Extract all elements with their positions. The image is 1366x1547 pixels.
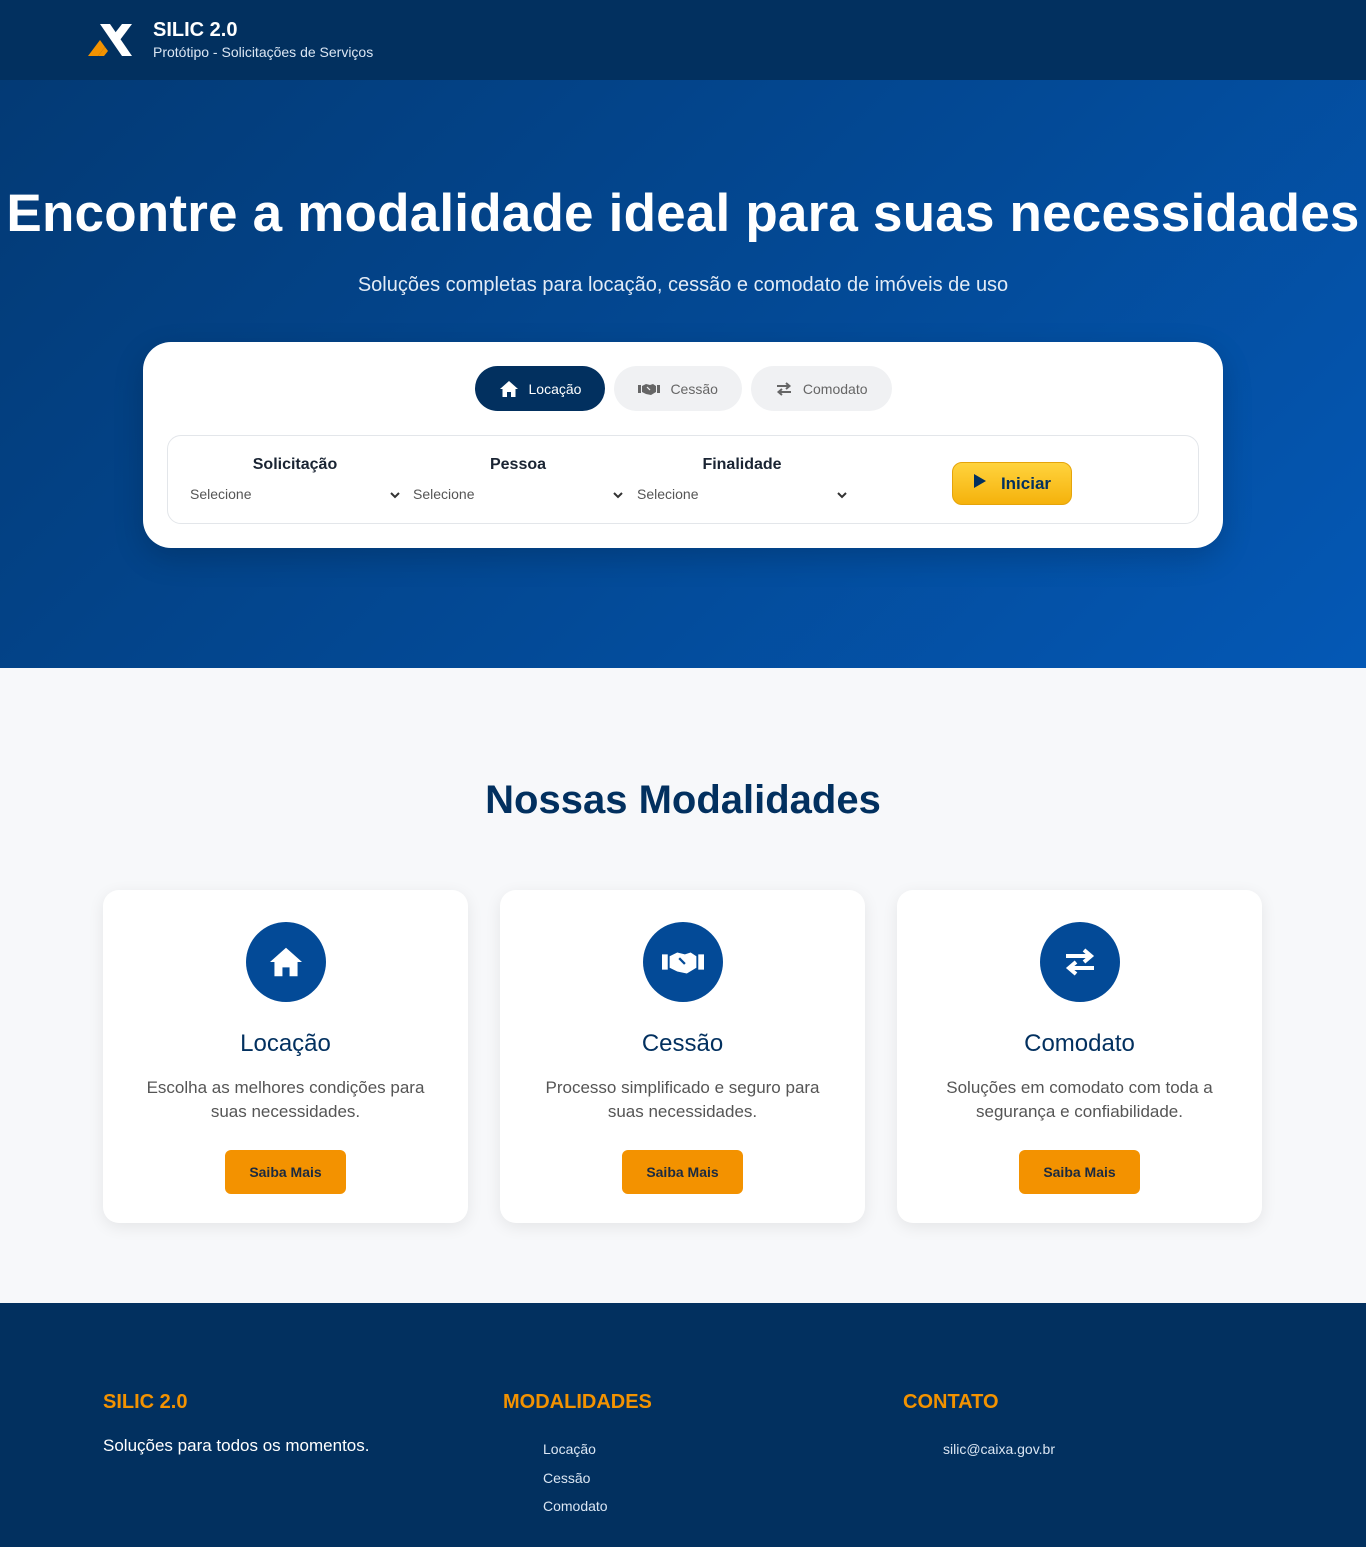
tab-locacao[interactable]: Locação <box>474 366 606 411</box>
pessoa-field: Pessoa Selecione <box>413 456 623 502</box>
app-title: SILIC 2.0 <box>153 19 238 41</box>
footer-contact-list: silic@caixa.gov.br <box>903 1435 1055 1464</box>
tab-label: Comodato <box>802 380 868 397</box>
filters-bar: Solicitação Selecione Pessoa Selecione F… <box>167 435 1199 524</box>
footer-brand-text: Soluções para todos os momentos. <box>103 1436 370 1455</box>
footer-email[interactable]: silic@caixa.gov.br <box>943 1435 1055 1464</box>
play-icon <box>973 473 987 494</box>
solicitacao-field: Solicitação Selecione <box>190 456 400 502</box>
tab-label: Cessão <box>670 380 718 397</box>
finalidade-field: Finalidade Selecione <box>637 456 847 502</box>
card-title: Cessão <box>641 1030 724 1057</box>
modality-tabs: Locação Cessão Comodato <box>143 366 1223 411</box>
card-cessao: Cessão Processo simplificado e seguro pa… <box>500 890 865 1223</box>
tab-comodato[interactable]: Comodato <box>750 366 892 411</box>
exchange-arrows-icon <box>775 381 793 397</box>
footer-modalidades: MODALIDADES Locação Cessão Comodato <box>503 1391 652 1521</box>
home-icon <box>245 922 326 1002</box>
start-label: Iniciar <box>1000 473 1052 493</box>
section-title: Nossas Modalidades <box>485 778 881 822</box>
field-label: Pessoa <box>489 456 547 473</box>
card-locacao: Locação Escolha as melhores condições pa… <box>103 890 468 1223</box>
footer-links: Locação Cessão Comodato <box>503 1435 652 1521</box>
pessoa-select[interactable]: Selecione <box>413 486 623 502</box>
app-subtitle: Protótipo - Solicitações de Serviços <box>153 44 374 60</box>
tab-cessao[interactable]: Cessão <box>614 366 742 411</box>
card-comodato: Comodato Soluções em comodato com toda a… <box>897 890 1262 1223</box>
hero-section: Encontre a modalidade ideal para suas ne… <box>0 80 1366 668</box>
start-button[interactable]: Iniciar <box>952 462 1072 505</box>
card-text: Escolha as melhores condições para suas … <box>146 1078 425 1121</box>
footer: SILIC 2.0 Soluções para todos os momento… <box>0 1303 1366 1547</box>
footer-brand-title: SILIC 2.0 <box>103 1391 188 1413</box>
footer-brand: SILIC 2.0 Soluções para todos os momento… <box>103 1391 369 1456</box>
chevron-down-icon <box>613 486 623 502</box>
tab-label: Locação <box>528 380 582 397</box>
hero-title: Encontre a modalidade ideal para suas ne… <box>6 184 1360 243</box>
caixa-logo[interactable] <box>86 22 134 58</box>
card-text: Processo simplificado e seguro para suas… <box>545 1078 820 1121</box>
chevron-down-icon <box>390 486 400 502</box>
saiba-mais-button[interactable]: Saiba Mais <box>225 1150 346 1194</box>
saiba-mais-button[interactable]: Saiba Mais <box>1019 1150 1140 1194</box>
modalidades-section: Nossas Modalidades Locação Escolha as me… <box>0 668 1366 1303</box>
footer-link-cessao[interactable]: Cessão <box>543 1464 652 1493</box>
footer-contato-title: CONTATO <box>903 1391 999 1413</box>
field-label: Solicitação <box>252 456 338 473</box>
footer-modalidades-title: MODALIDADES <box>503 1391 652 1413</box>
hero-subtitle: Soluções completas para locação, cessão … <box>357 274 1009 296</box>
search-card: Locação Cessão Comodato Solicitação Sele… <box>143 342 1223 548</box>
select-value: Selecione <box>637 486 699 502</box>
card-text: Soluções em comodato com toda a seguranç… <box>946 1078 1213 1121</box>
handshake-icon <box>642 922 723 1002</box>
brand: SILIC 2.0 Protótipo - Solicitações de Se… <box>153 19 373 61</box>
card-title: Comodato <box>1024 1030 1135 1057</box>
chevron-down-icon <box>837 486 847 502</box>
saiba-mais-button[interactable]: Saiba Mais <box>622 1150 743 1194</box>
handshake-icon <box>638 382 661 396</box>
card-title: Locação <box>240 1030 331 1057</box>
select-value: Selecione <box>190 486 252 502</box>
exchange-arrows-icon <box>1039 922 1120 1002</box>
footer-link-locacao[interactable]: Locação <box>543 1435 652 1464</box>
footer-link-comodato[interactable]: Comodato <box>543 1492 652 1521</box>
footer-contato: CONTATO silic@caixa.gov.br <box>903 1391 1055 1464</box>
finalidade-select[interactable]: Selecione <box>637 486 847 502</box>
top-header: SILIC 2.0 Protótipo - Solicitações de Se… <box>0 0 1366 80</box>
home-icon <box>499 380 519 398</box>
select-value: Selecione <box>413 486 475 502</box>
field-label: Finalidade <box>702 456 782 473</box>
solicitacao-select[interactable]: Selecione <box>190 486 400 502</box>
modality-cards: Locação Escolha as melhores condições pa… <box>103 890 1262 1223</box>
